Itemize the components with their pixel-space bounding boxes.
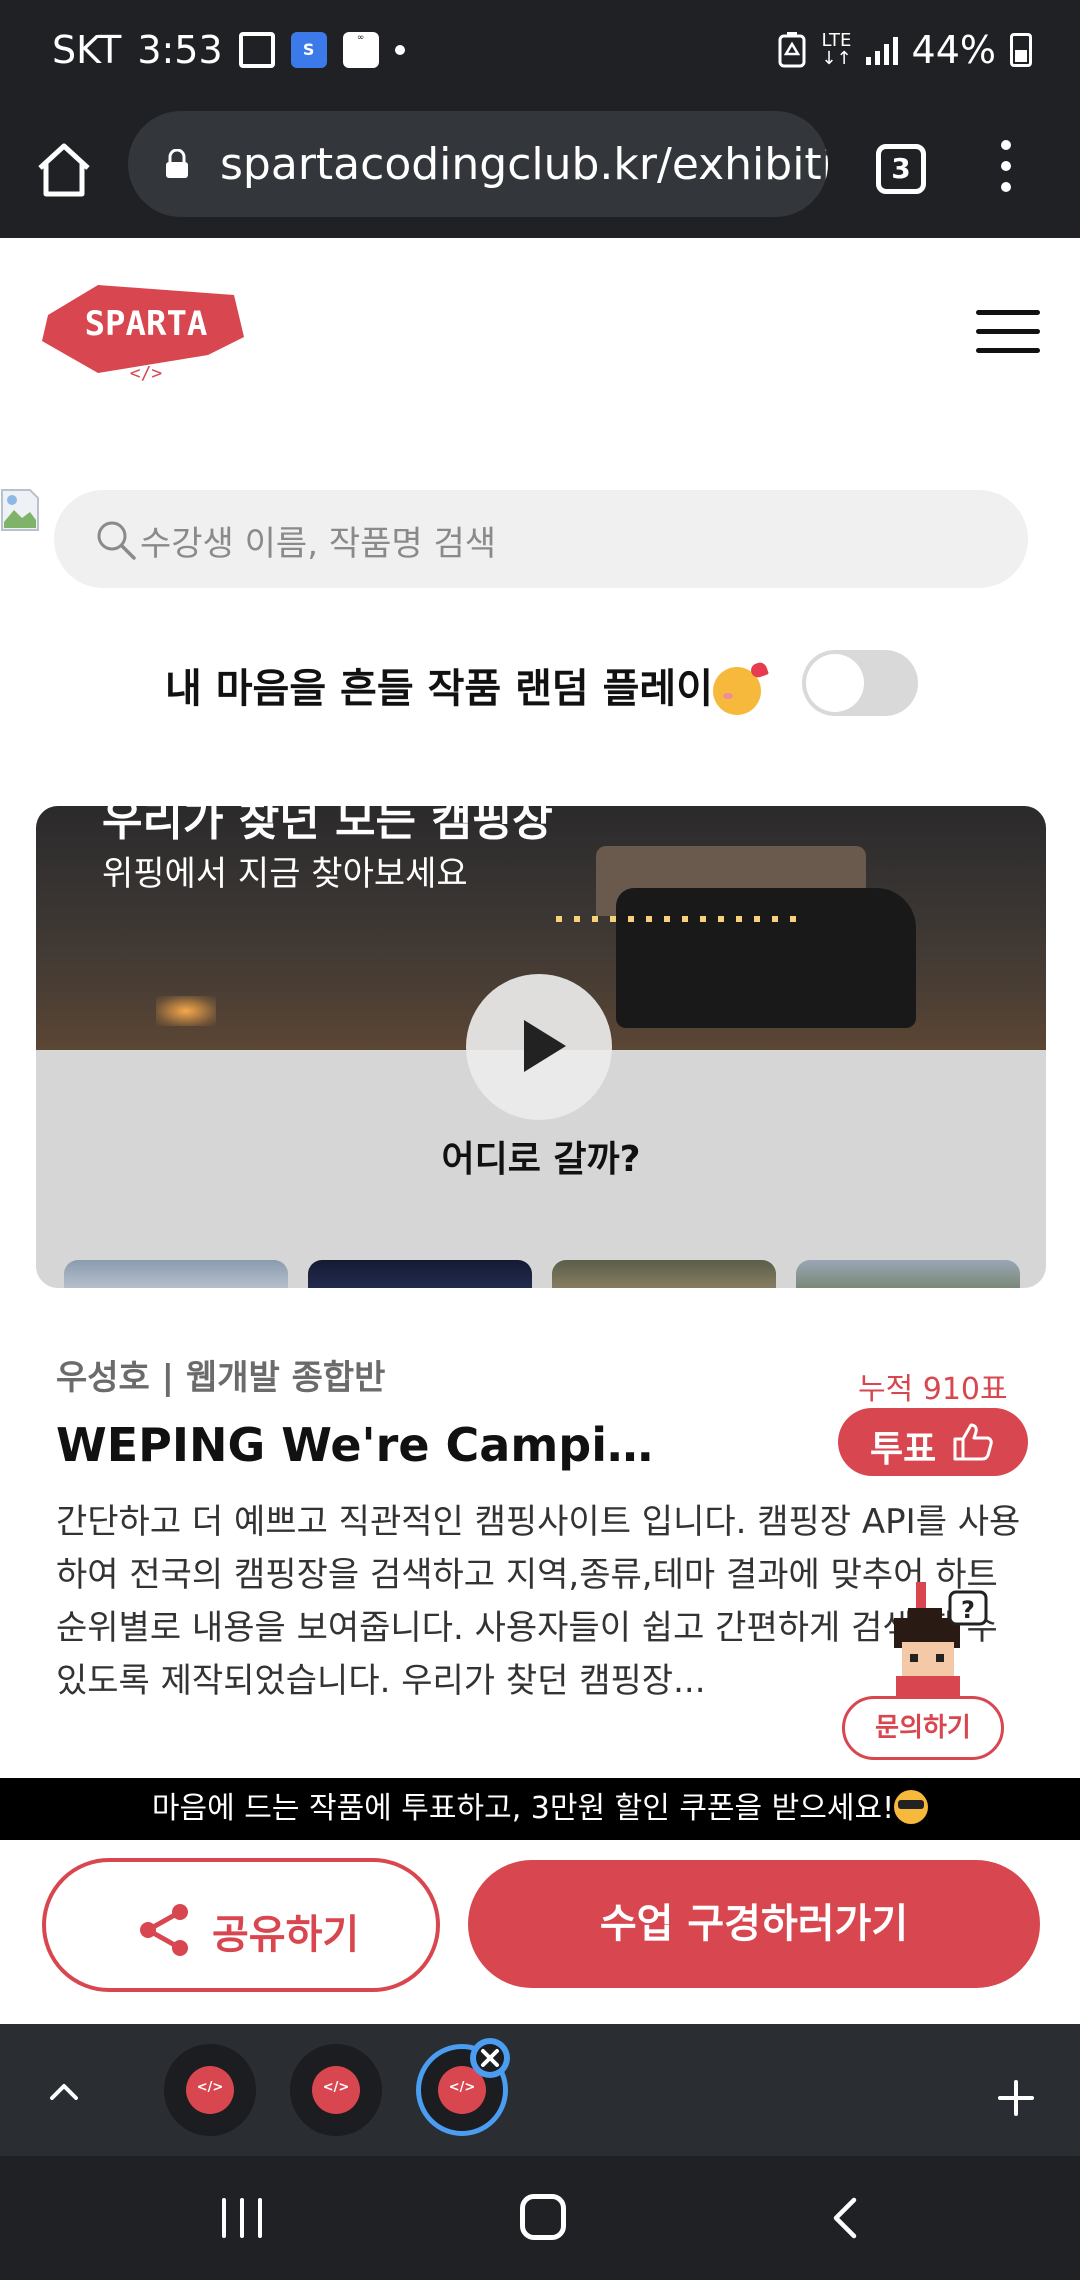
browser-tab-strip xyxy=(0,2024,1080,2156)
video-caption: 어디로 갈까? xyxy=(441,1139,641,1180)
toggle-knob xyxy=(806,654,864,712)
sol-app-icon: S xyxy=(290,32,327,68)
project-video-card[interactable]: 우리가 찾던 모든 캠핑장 위핑에서 지금 찾아보세요 어디로 갈까? xyxy=(36,806,1046,1288)
gallery-notification-icon xyxy=(238,32,275,68)
inquiry-button[interactable]: 문의하기 xyxy=(842,1696,1004,1760)
video-heading: 우리가 찾던 모든 캠핑장 xyxy=(102,806,553,846)
battery-percent: 44% xyxy=(911,28,996,72)
sparta-logo[interactable]: SPARTA </> xyxy=(38,275,250,387)
video-subheading: 위핑에서 지금 찾아보세요 xyxy=(102,854,468,894)
battery-icon xyxy=(1010,33,1032,67)
promo-banner: 마음에 드는 작품에 투표하고, 3만원 할인 쿠폰을 받으세요! xyxy=(0,1778,1080,1840)
sparta-favicon-icon xyxy=(186,2066,234,2114)
vote-button[interactable]: 투표 xyxy=(838,1408,1028,1476)
lock-icon xyxy=(166,149,188,178)
random-play-label: 내 마음을 흔들 작품 랜덤 플레이 xyxy=(165,656,762,715)
vote-button-label: 투표 xyxy=(870,1429,937,1470)
svg-text:</>: </> xyxy=(130,363,163,384)
broken-image-icon xyxy=(1,489,39,531)
status-bar: SKT 3:53 S ∞ LTE ↓↑ 44% xyxy=(0,0,1080,108)
thumbnail-palms xyxy=(796,1260,1020,1288)
system-navigation-bar xyxy=(0,2156,1080,2280)
battery-saver-icon xyxy=(778,32,806,68)
thumbnail-trees xyxy=(552,1260,776,1288)
svg-text:SPARTA: SPARTA xyxy=(85,304,208,344)
signal-strength-icon xyxy=(865,35,898,65)
network-type: LTE ↓↑ xyxy=(821,30,852,69)
vote-count: 누적 910표 xyxy=(858,1372,1008,1407)
sunglasses-face-icon xyxy=(894,1790,929,1824)
browser-toolbar: spartacodingclub.kr/exhibitic 3 xyxy=(0,108,1080,238)
share-button[interactable]: 공유하기 xyxy=(42,1858,440,1992)
carrier-label: SKT xyxy=(52,28,122,72)
tab-favicon-2[interactable] xyxy=(290,2044,382,2136)
video-thumbnails xyxy=(64,1260,1020,1288)
home-icon[interactable] xyxy=(32,138,96,202)
jeep-shape xyxy=(616,888,916,1028)
tab-favicon-1[interactable] xyxy=(164,2044,256,2136)
thumbs-up-icon xyxy=(953,1423,993,1461)
bottom-action-bar: 공유하기 수업 구경하러가기 xyxy=(0,1840,1080,2024)
search-icon xyxy=(97,521,136,560)
chevron-up-icon[interactable] xyxy=(44,2072,84,2112)
play-button[interactable] xyxy=(466,974,612,1120)
project-author: 우성호 | 웹개발 종합반 xyxy=(56,1358,386,1398)
smiling-face-with-hearts-icon xyxy=(713,667,762,715)
more-notifications-dot-icon xyxy=(394,45,405,55)
menu-hamburger-icon[interactable] xyxy=(976,310,1040,354)
tab-switcher-button[interactable]: 3 xyxy=(876,144,926,194)
url-text: spartacodingclub.kr/exhibitic xyxy=(220,139,828,190)
share-button-label: 공유하기 xyxy=(212,1912,360,1958)
view-class-button[interactable]: 수업 구경하러가기 xyxy=(468,1860,1040,1988)
project-title[interactable]: WEPING We're Campi… xyxy=(56,1418,653,1472)
thumbnail-mountain xyxy=(64,1260,288,1288)
string-lights-shape xyxy=(556,916,796,922)
share-icon xyxy=(140,1904,188,1956)
thumbnail-night xyxy=(308,1260,532,1288)
new-tab-plus-icon[interactable] xyxy=(996,2078,1036,2118)
status-left: SKT 3:53 S ∞ xyxy=(52,28,405,72)
recent-apps-icon[interactable] xyxy=(218,2198,266,2238)
clock: 3:53 xyxy=(137,28,223,72)
sparta-favicon-icon xyxy=(312,2066,360,2114)
address-bar[interactable]: spartacodingclub.kr/exhibitic xyxy=(128,111,828,217)
back-icon[interactable] xyxy=(826,2196,866,2240)
campfire-shape xyxy=(156,996,216,1026)
close-tab-icon[interactable] xyxy=(470,2038,510,2078)
random-play-toggle[interactable] xyxy=(802,650,918,716)
svg-text:?: ? xyxy=(961,1596,975,1624)
genesis-app-icon: ∞ xyxy=(342,32,379,68)
search-bar[interactable]: 수강생 이름, 작품명 검색 xyxy=(54,490,1028,588)
promo-banner-text: 마음에 드는 작품에 투표하고, 3만원 할인 쿠폰을 받으세요! xyxy=(151,1791,895,1826)
search-placeholder: 수강생 이름, 작품명 검색 xyxy=(140,524,497,564)
browser-menu-icon[interactable] xyxy=(996,140,1016,200)
status-right: LTE ↓↑ 44% xyxy=(777,28,1032,72)
home-nav-icon[interactable] xyxy=(520,2194,566,2240)
